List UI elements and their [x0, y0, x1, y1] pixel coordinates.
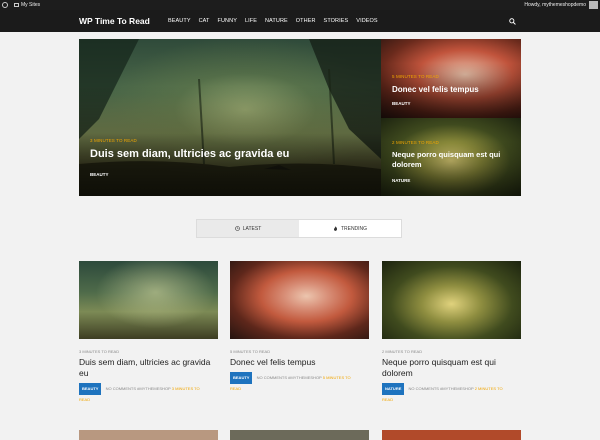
post-thumbnail[interactable] [382, 261, 521, 339]
search-icon [508, 17, 516, 25]
author-link[interactable]: #MYTHEMESHOP [440, 386, 474, 391]
admin-bar: My Sites Howdy, mythemeshopdemo [0, 0, 600, 10]
post-card: 5 MINUTES TO READ Donec vel felis tempus… [230, 261, 369, 394]
read-time-meta-end: READ [79, 397, 91, 402]
howdy-link[interactable]: Howdy, mythemeshopdemo [524, 0, 586, 10]
featured-post-title[interactable]: Neque porro quisquam est qui dolorem [392, 150, 517, 170]
read-time: 2 MINUTES TO READ [382, 349, 423, 354]
read-time: 2 MINUTES TO READ [392, 140, 439, 145]
nav-item-cat[interactable]: CAT [195, 10, 214, 32]
author-link[interactable]: #MYTHEMESHOP [137, 386, 171, 391]
post-title[interactable]: Donec vel felis tempus [230, 357, 369, 368]
comments-link[interactable]: NO COMMENTS [257, 375, 287, 380]
featured-post-title[interactable]: Duis sem diam, ultricies ac gravida eu [90, 148, 370, 160]
read-time: 5 MINUTES TO READ [392, 74, 439, 79]
category-badge[interactable]: NATURE [382, 383, 405, 395]
comments-link[interactable]: NO COMMENTS [409, 386, 439, 391]
read-time: 3 MINUTES TO READ [90, 138, 137, 143]
post-meta: NATURE NO COMMENTS #MYTHEMESHOP 2 MINUTE… [382, 383, 521, 405]
nav-item-nature[interactable]: NATURE [261, 10, 292, 32]
avatar[interactable] [589, 1, 598, 9]
nav-item-other[interactable]: OTHER [292, 10, 320, 32]
site-header: WP Time To Read BEAUTY CAT FUNNY LIFE NA… [0, 10, 600, 32]
read-time-meta: 2 MINUTES TO [474, 386, 503, 391]
read-time-meta-end: READ [382, 397, 394, 402]
post-thumbnail[interactable] [79, 430, 218, 440]
category-badge[interactable]: BEAUTY [79, 383, 102, 395]
post-thumbnail[interactable] [382, 430, 521, 440]
post-thumbnail[interactable] [230, 430, 369, 440]
main-nav: BEAUTY CAT FUNNY LIFE NATURE OTHER STORI… [164, 10, 382, 32]
tab-trending[interactable]: TRENDING [299, 220, 401, 237]
read-time-meta-end: READ [230, 386, 242, 391]
featured-posts: 3 MINUTES TO READ Duis sem diam, ultrici… [79, 39, 521, 196]
site-logo[interactable]: WP Time To Read [79, 10, 150, 32]
comments-link[interactable]: NO COMMENTS [106, 386, 136, 391]
nav-item-stories[interactable]: STORIES [320, 10, 353, 32]
tab-latest-label: LATEST [242, 225, 262, 232]
post-title[interactable]: Neque porro quisquam est qui dolorem [382, 357, 521, 379]
featured-post-side-1[interactable]: 5 MINUTES TO READ Donec vel felis tempus… [381, 39, 521, 118]
read-time-meta: 5 MINUTES TO [322, 375, 351, 380]
featured-post-side-2[interactable]: 2 MINUTES TO READ Neque porro quisquam e… [381, 118, 521, 196]
category-badge[interactable]: BEAUTY [230, 372, 253, 384]
nav-item-videos[interactable]: VIDEOS [352, 10, 381, 32]
post-tabs: LATEST TRENDING [196, 219, 402, 238]
read-time-meta: 3 MINUTES TO [171, 386, 200, 391]
post-card: 2 MINUTES TO READ Neque porro quisquam e… [382, 261, 521, 405]
read-time: 5 MINUTES TO READ [230, 349, 271, 354]
read-time: 3 MINUTES TO READ [79, 349, 120, 354]
category-label[interactable]: NATURE [392, 178, 410, 183]
sites-icon [14, 3, 19, 7]
search-button[interactable] [502, 10, 522, 32]
author-link[interactable]: #MYTHEMESHOP [288, 375, 322, 380]
my-sites-label: My Sites [21, 2, 41, 8]
tab-trending-label: TRENDING [340, 225, 368, 232]
clock-icon [234, 226, 240, 231]
wordpress-logo-icon[interactable] [0, 0, 10, 10]
post-card: 3 MINUTES TO READ Duis sem diam, ultrici… [79, 261, 218, 405]
featured-post-main[interactable]: 3 MINUTES TO READ Duis sem diam, ultrici… [79, 39, 381, 196]
nav-item-beauty[interactable]: BEAUTY [164, 10, 195, 32]
category-label[interactable]: BEAUTY [392, 101, 411, 106]
featured-post-title[interactable]: Donec vel felis tempus [392, 85, 517, 94]
nav-item-funny[interactable]: FUNNY [214, 10, 241, 32]
post-meta: BEAUTY NO COMMENTS #MYTHEMESHOP 3 MINUTE… [79, 383, 218, 405]
my-sites-link[interactable]: My Sites [14, 2, 40, 8]
post-thumbnail[interactable] [79, 261, 218, 339]
category-label[interactable]: BEAUTY [90, 172, 109, 177]
tab-latest[interactable]: LATEST [197, 220, 299, 237]
post-thumbnail[interactable] [230, 261, 369, 339]
flame-icon [333, 226, 337, 231]
post-meta: BEAUTY NO COMMENTS #MYTHEMESHOP 5 MINUTE… [230, 372, 369, 394]
post-title[interactable]: Duis sem diam, ultricies ac gravida eu [79, 357, 218, 379]
nav-item-life[interactable]: LIFE [241, 10, 261, 32]
